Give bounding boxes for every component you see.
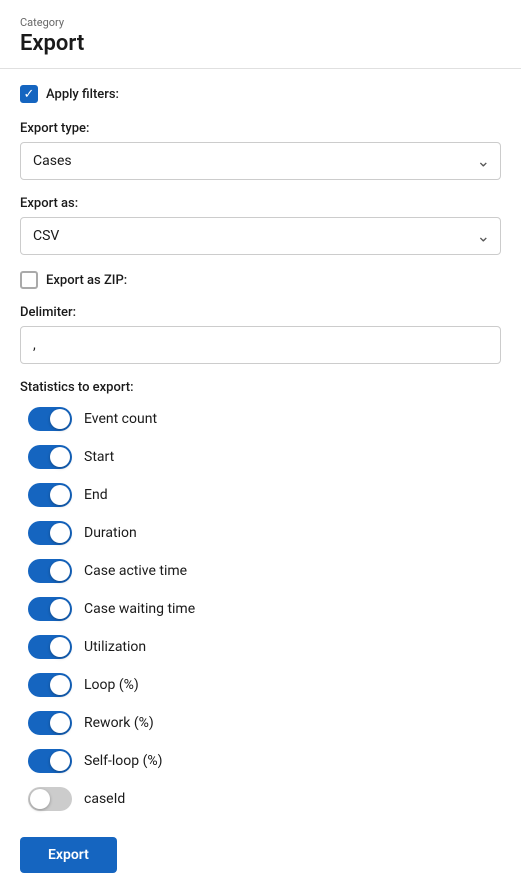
statistics-list: Event count Start End Duration Case active t… bbox=[20, 407, 501, 811]
export-as-select[interactable]: CSV ⌄ bbox=[20, 217, 501, 255]
header-section: Category Export bbox=[0, 0, 521, 69]
toggle-end[interactable] bbox=[28, 483, 72, 507]
toggle-label-case-active-time: Case active time bbox=[84, 563, 187, 579]
statistics-label: Statistics to export: bbox=[20, 380, 501, 395]
toggle-label-start: Start bbox=[84, 449, 114, 465]
export-as-field: Export as: CSV ⌄ bbox=[20, 196, 501, 255]
toggle-label-end: End bbox=[84, 487, 108, 503]
toggle-self-loop[interactable] bbox=[28, 749, 72, 773]
toggle-row-end: End bbox=[20, 483, 501, 507]
toggle-row-duration: Duration bbox=[20, 521, 501, 545]
toggle-row-case-waiting-time: Case waiting time bbox=[20, 597, 501, 621]
toggle-thumb bbox=[50, 599, 70, 619]
toggle-label-duration: Duration bbox=[84, 525, 137, 541]
toggle-label-case-waiting-time: Case waiting time bbox=[84, 601, 195, 617]
export-button[interactable]: Export bbox=[20, 837, 117, 873]
toggle-case-waiting-time[interactable] bbox=[28, 597, 72, 621]
category-label: Category bbox=[20, 16, 501, 29]
toggle-caseid[interactable] bbox=[28, 787, 72, 811]
toggle-thumb bbox=[50, 523, 70, 543]
toggle-thumb bbox=[30, 789, 50, 809]
chevron-down-icon-2: ⌄ bbox=[477, 227, 490, 246]
toggle-row-rework: Rework (%) bbox=[20, 711, 501, 735]
toggle-label-utilization: Utilization bbox=[84, 639, 146, 655]
toggle-thumb bbox=[50, 561, 70, 581]
checkmark-icon: ✓ bbox=[24, 88, 35, 101]
toggle-row-case-active-time: Case active time bbox=[20, 559, 501, 583]
delimiter-field: Delimiter: bbox=[20, 305, 501, 364]
export-as-label: Export as: bbox=[20, 196, 501, 211]
toggle-row-event-count: Event count bbox=[20, 407, 501, 431]
toggle-duration[interactable] bbox=[28, 521, 72, 545]
toggle-thumb bbox=[50, 447, 70, 467]
page-container: Category Export ✓ Apply filters: Export … bbox=[0, 0, 521, 890]
apply-filters-row: ✓ Apply filters: bbox=[20, 85, 501, 103]
toggle-label-loop: Loop (%) bbox=[84, 677, 139, 693]
delimiter-label: Delimiter: bbox=[20, 305, 501, 320]
apply-filters-checkbox[interactable]: ✓ bbox=[20, 85, 38, 103]
toggle-start[interactable] bbox=[28, 445, 72, 469]
toggle-event-count[interactable] bbox=[28, 407, 72, 431]
toggle-row-self-loop: Self-loop (%) bbox=[20, 749, 501, 773]
toggle-thumb bbox=[50, 409, 70, 429]
toggle-row-utilization: Utilization bbox=[20, 635, 501, 659]
toggle-thumb bbox=[50, 751, 70, 771]
export-type-field: Export type: Cases ⌄ bbox=[20, 121, 501, 180]
content-section: ✓ Apply filters: Export type: Cases ⌄ Ex… bbox=[0, 69, 521, 889]
toggle-row-caseid: caseId bbox=[20, 787, 501, 811]
toggle-row-loop: Loop (%) bbox=[20, 673, 501, 697]
apply-filters-label: Apply filters: bbox=[46, 87, 119, 102]
export-type-label: Export type: bbox=[20, 121, 501, 136]
toggle-loop[interactable] bbox=[28, 673, 72, 697]
toggle-rework[interactable] bbox=[28, 711, 72, 735]
export-zip-row: Export as ZIP: bbox=[20, 271, 501, 289]
toggle-thumb bbox=[50, 485, 70, 505]
toggle-label-event-count: Event count bbox=[84, 411, 157, 427]
toggle-label-caseid: caseId bbox=[84, 791, 125, 807]
toggle-utilization[interactable] bbox=[28, 635, 72, 659]
export-type-select[interactable]: Cases ⌄ bbox=[20, 142, 501, 180]
toggle-label-self-loop: Self-loop (%) bbox=[84, 753, 163, 769]
toggle-row-start: Start bbox=[20, 445, 501, 469]
export-zip-label: Export as ZIP: bbox=[46, 273, 127, 288]
toggle-thumb bbox=[50, 675, 70, 695]
export-zip-checkbox[interactable] bbox=[20, 271, 38, 289]
toggle-label-rework: Rework (%) bbox=[84, 715, 154, 731]
toggle-thumb bbox=[50, 637, 70, 657]
page-title: Export bbox=[20, 31, 501, 56]
chevron-down-icon: ⌄ bbox=[477, 152, 490, 171]
export-type-value: Cases bbox=[33, 153, 72, 169]
toggle-thumb bbox=[50, 713, 70, 733]
toggle-case-active-time[interactable] bbox=[28, 559, 72, 583]
export-as-value: CSV bbox=[33, 228, 59, 244]
delimiter-input[interactable] bbox=[20, 326, 501, 364]
